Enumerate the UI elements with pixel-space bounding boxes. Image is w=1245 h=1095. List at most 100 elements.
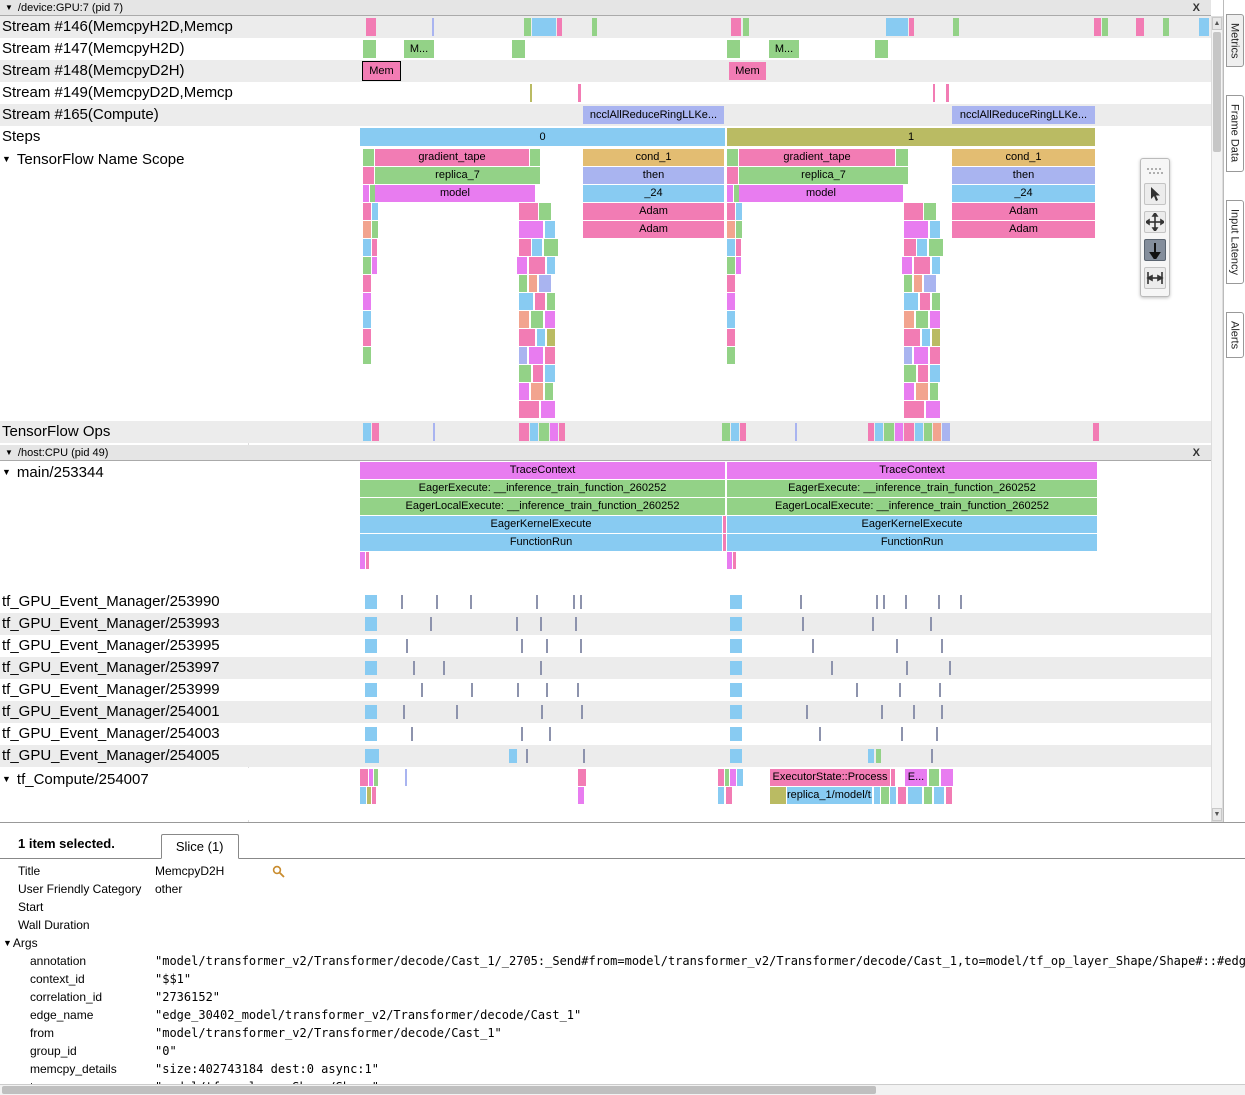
- trace-slice[interactable]: [406, 639, 408, 653]
- trace-slice[interactable]: [366, 18, 376, 36]
- trace-slice[interactable]: [557, 18, 562, 36]
- trace-slice[interactable]: Adam: [583, 203, 724, 220]
- trace-slice[interactable]: [366, 552, 369, 569]
- trace-slice[interactable]: [946, 84, 949, 102]
- trace-slice[interactable]: Mem: [363, 62, 400, 80]
- trace-slice[interactable]: [938, 595, 940, 609]
- trace-slice[interactable]: [915, 423, 923, 441]
- trace-slice[interactable]: [736, 257, 741, 274]
- args-collapse-arrow-icon[interactable]: ▼: [3, 938, 12, 948]
- trace-slice[interactable]: [363, 239, 371, 256]
- trace-slice[interactable]: [932, 329, 940, 346]
- trace-slice[interactable]: [904, 221, 928, 238]
- trace-slice[interactable]: model: [375, 185, 535, 202]
- trace-slice[interactable]: [731, 423, 739, 441]
- trace-slice[interactable]: [856, 683, 858, 697]
- trace-slice[interactable]: [941, 639, 943, 653]
- trace-slice[interactable]: [936, 727, 938, 741]
- trace-slice[interactable]: [736, 239, 741, 256]
- horizontal-scrollbar-thumb[interactable]: [2, 1086, 876, 1094]
- trace-slice[interactable]: [929, 769, 939, 786]
- trace-slice[interactable]: [529, 275, 537, 292]
- trace-slice[interactable]: [926, 401, 940, 418]
- side-tab-frame-data[interactable]: Frame Data: [1226, 95, 1244, 171]
- trace-slice[interactable]: [372, 203, 378, 220]
- trace-slice[interactable]: EagerLocalExecute: __inference_train_fun…: [727, 498, 1097, 515]
- trace-slice[interactable]: [932, 293, 940, 310]
- trace-slice[interactable]: M...: [404, 40, 434, 58]
- trace-slice[interactable]: EagerExecute: __inference_train_function…: [727, 480, 1097, 497]
- trace-slice[interactable]: [884, 423, 894, 441]
- grip-handle[interactable]: [1144, 165, 1166, 177]
- trace-slice[interactable]: [875, 40, 888, 58]
- trace-slice[interactable]: [899, 683, 901, 697]
- trace-slice[interactable]: [730, 617, 742, 631]
- trace-slice[interactable]: [592, 18, 597, 36]
- trace-slice[interactable]: [365, 639, 377, 653]
- trace-slice[interactable]: [521, 639, 523, 653]
- trace-slice[interactable]: [516, 617, 518, 631]
- trace-slice[interactable]: [934, 787, 944, 804]
- trace-slice[interactable]: [902, 257, 912, 274]
- trace-slice[interactable]: [421, 683, 423, 697]
- trace-slice[interactable]: [372, 257, 377, 274]
- trace-slice[interactable]: [914, 347, 928, 364]
- trace-slice[interactable]: Mem: [729, 62, 766, 80]
- trace-slice[interactable]: [411, 727, 413, 741]
- trace-slice[interactable]: [536, 595, 538, 609]
- trace-slice[interactable]: [727, 311, 735, 328]
- trace-slice[interactable]: replica_7: [375, 167, 540, 184]
- trace-slice[interactable]: EagerLocalExecute: __inference_train_fun…: [360, 498, 725, 515]
- collapse-arrow-icon[interactable]: ▼: [5, 3, 13, 12]
- trace-slice[interactable]: [363, 347, 371, 364]
- trace-slice[interactable]: [960, 595, 962, 609]
- trace-slice[interactable]: [904, 423, 914, 441]
- trace-slice[interactable]: [914, 257, 930, 274]
- trace-slice[interactable]: [723, 516, 726, 533]
- trace-slice[interactable]: TraceContext: [360, 462, 725, 479]
- trace-slice[interactable]: [509, 749, 517, 763]
- trace-slice[interactable]: [363, 203, 371, 220]
- trace-slice[interactable]: [432, 18, 434, 36]
- trace-slice[interactable]: [916, 383, 928, 400]
- host-close-button[interactable]: X: [1193, 447, 1200, 459]
- row-label-main[interactable]: ▼main/253344: [2, 462, 104, 483]
- trace-slice[interactable]: [545, 347, 555, 364]
- trace-slice[interactable]: [939, 683, 941, 697]
- row-label-name-scope[interactable]: ▼TensorFlow Name Scope: [2, 149, 185, 170]
- trace-slice[interactable]: [727, 275, 735, 292]
- trace-slice[interactable]: [363, 329, 371, 346]
- trace-slice[interactable]: [443, 661, 445, 675]
- trace-slice[interactable]: [953, 18, 959, 36]
- trace-slice[interactable]: [365, 705, 377, 719]
- timing-tool-icon[interactable]: [1144, 267, 1166, 289]
- trace-slice[interactable]: [904, 401, 924, 418]
- trace-slice[interactable]: [730, 639, 742, 653]
- trace-slice[interactable]: Adam: [952, 203, 1095, 220]
- trace-slice[interactable]: [872, 617, 874, 631]
- trace-slice[interactable]: [544, 239, 558, 256]
- trace-slice[interactable]: [812, 639, 814, 653]
- trace-slice[interactable]: [904, 275, 912, 292]
- trace-slice[interactable]: [730, 683, 742, 697]
- trace-slice[interactable]: [727, 239, 735, 256]
- trace-slice[interactable]: cond_1: [952, 149, 1095, 166]
- trace-slice[interactable]: [532, 18, 556, 36]
- trace-slice[interactable]: [1094, 18, 1101, 36]
- trace-slice[interactable]: [733, 552, 736, 569]
- device-close-button[interactable]: X: [1193, 2, 1200, 14]
- trace-slice[interactable]: [740, 423, 746, 441]
- trace-slice[interactable]: [360, 552, 365, 569]
- trace-slice[interactable]: [933, 423, 941, 441]
- trace-slice[interactable]: [580, 639, 582, 653]
- trace-slice[interactable]: gradient_tape: [375, 149, 529, 166]
- tab-slice[interactable]: Slice (1): [161, 834, 239, 859]
- vertical-scrollbar[interactable]: ▲ ▼: [1211, 16, 1223, 822]
- trace-slice[interactable]: [529, 257, 545, 274]
- trace-slice[interactable]: [931, 749, 933, 763]
- trace-slice[interactable]: [876, 749, 881, 763]
- zoom-tool-icon[interactable]: [1144, 239, 1166, 261]
- trace-slice[interactable]: [1199, 18, 1209, 36]
- trace-slice[interactable]: [868, 749, 874, 763]
- trace-slice[interactable]: 1: [727, 128, 1095, 146]
